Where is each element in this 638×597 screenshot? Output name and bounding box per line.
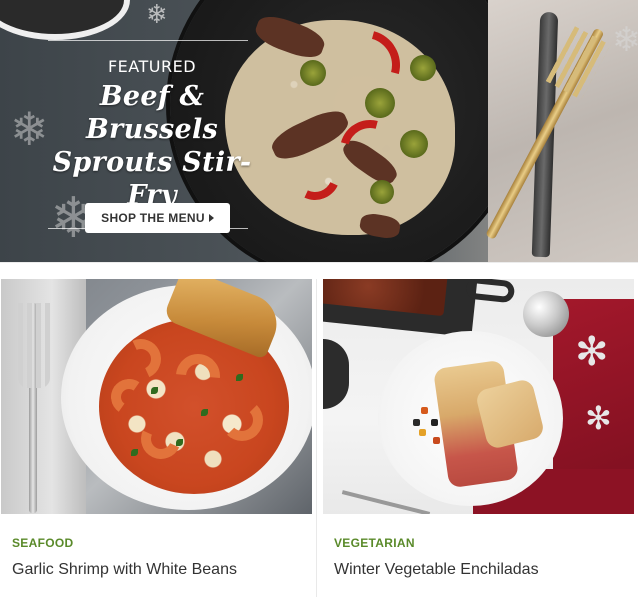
hero-sprout: [400, 130, 428, 158]
hero-rule-top: [48, 40, 248, 41]
snowflake-icon: ❄: [612, 20, 638, 60]
recipe-card-winter-enchiladas[interactable]: ✻ ✻ VEGETARIAN Winter Vegetable Enchilad…: [323, 279, 634, 597]
recipe-category[interactable]: VEGETARIAN: [334, 536, 415, 550]
card-divider: [316, 279, 317, 597]
hero-title-line1: Beef & Brussels: [85, 81, 219, 145]
hero-sprout: [365, 88, 395, 118]
vegetable-piece: [419, 429, 426, 436]
shop-the-menu-label: SHOP THE MENU: [101, 211, 205, 225]
baked-enchiladas-image: [323, 279, 448, 317]
fork-tines: [18, 303, 50, 388]
shop-the-menu-button[interactable]: SHOP THE MENU: [85, 203, 230, 233]
black-bean: [431, 419, 438, 426]
snowflake-icon: ✻: [585, 399, 612, 437]
shrimp-piece: [221, 399, 263, 441]
snowflake-icon: ✻: [575, 329, 609, 375]
snowflake-icon: ❄: [146, 0, 168, 30]
vegetable-piece: [433, 437, 440, 444]
herb-piece: [131, 449, 138, 456]
recipe-photo-winter-enchiladas[interactable]: ✻ ✻: [323, 279, 634, 514]
hero-side-plate-image: [0, 0, 130, 40]
hero-sprout: [300, 60, 326, 86]
triangle-right-icon: [208, 214, 214, 222]
ornament-image: [523, 291, 569, 337]
black-bean: [413, 419, 420, 426]
recipe-card-garlic-shrimp[interactable]: SEAFOOD Garlic Shrimp with White Beans: [1, 279, 312, 597]
herb-piece: [176, 439, 183, 446]
herb-piece: [201, 409, 208, 416]
dish-handle: [465, 279, 516, 304]
hero-sprout: [370, 180, 394, 204]
section-divider: [0, 262, 638, 263]
featured-hero-banner[interactable]: ❄ ❄ ❄ ❄ FEATURED Beef & Brussels Sprouts…: [0, 0, 638, 262]
recipe-category[interactable]: SEAFOOD: [12, 536, 73, 550]
herb-piece: [236, 374, 243, 381]
hero-eyebrow: FEATURED: [107, 57, 197, 76]
vegetable-piece: [421, 407, 428, 414]
hero-sprout: [410, 55, 436, 81]
herb-piece: [151, 387, 158, 394]
recipe-photo-garlic-shrimp[interactable]: [1, 279, 312, 514]
hero-text-block: FEATURED Beef & Brussels Sprouts Stir-Fr…: [36, 40, 268, 229]
recipe-title[interactable]: Winter Vegetable Enchiladas: [334, 561, 539, 579]
recipe-title[interactable]: Garlic Shrimp with White Beans: [12, 561, 237, 579]
